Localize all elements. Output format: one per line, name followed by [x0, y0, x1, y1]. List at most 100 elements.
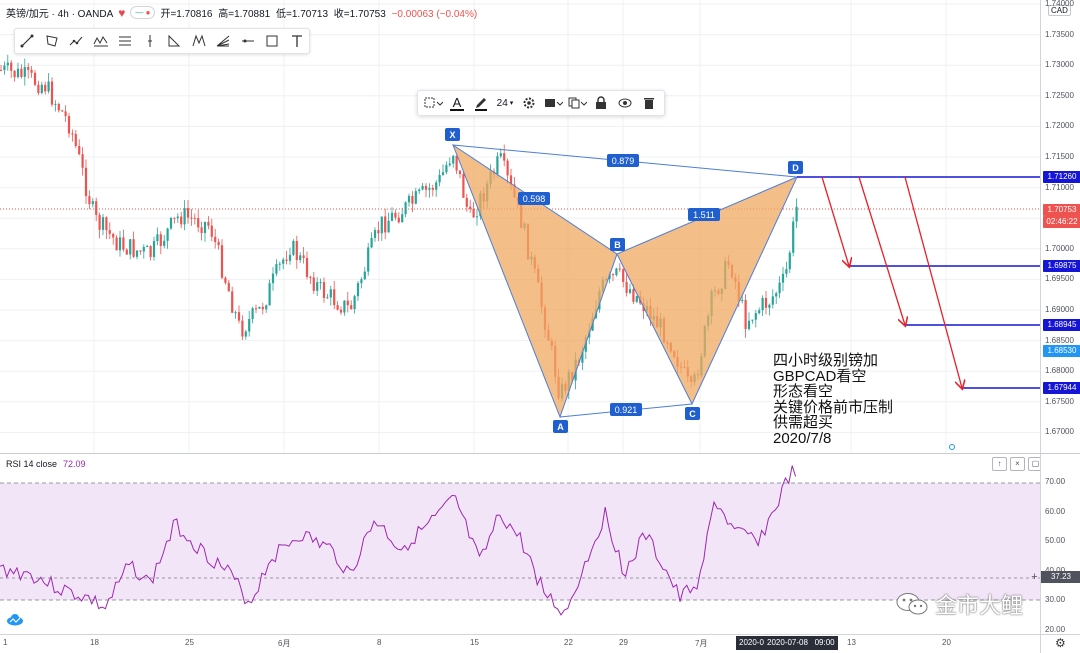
price-tick: 1.67500 — [1045, 396, 1074, 406]
rsi-pane-buttons: ↑ × ▢ — [992, 457, 1043, 471]
select-style-icon[interactable] — [422, 92, 444, 114]
point-c: C — [689, 409, 696, 419]
price-tick: 1.68500 — [1045, 335, 1074, 345]
trash-icon[interactable] — [638, 92, 660, 114]
rsi-pane[interactable] — [0, 454, 1040, 634]
analysis-annotation[interactable]: 四小时级别镑加 GBPCAD看空 形态看空 关键价格前市压制 供需超买 2020… — [773, 353, 893, 446]
chart-settings-corner[interactable]: ⚙ — [1040, 634, 1080, 653]
box-icon[interactable] — [260, 29, 285, 53]
horizontal-ray-icon[interactable] — [236, 29, 261, 53]
font-size-dropdown[interactable]: 24 ▾ — [494, 92, 516, 114]
ohlc-values: 开=1.70816 高=1.70881 低=1.70713 收=1.70753 … — [160, 5, 480, 20]
triangle-pattern-icon[interactable] — [162, 29, 187, 53]
fib-fan-icon[interactable] — [211, 29, 236, 53]
rsi-title: RSI 14 close — [6, 459, 58, 469]
price-tick: 1.67000 — [1045, 427, 1074, 437]
price-tick: 1.71500 — [1045, 152, 1074, 161]
close-pane-button[interactable]: × — [1010, 457, 1025, 471]
annotation-line-5: 供需超买 — [773, 414, 834, 431]
rsi-tick: 60.00 — [1045, 506, 1066, 516]
ohlc-low: 低=1.70713 — [276, 9, 329, 20]
time-label: 20 — [942, 638, 951, 647]
annotation-line-4: 关键价格前市压制 — [773, 398, 894, 416]
rsi-tick: 30.00 — [1045, 595, 1066, 604]
favorite-heart-icon[interactable]: ♥ — [118, 6, 125, 20]
time-label: 1 — [3, 638, 8, 647]
rsi-tick: 50.00 — [1045, 536, 1066, 545]
xabcd-pattern-icon[interactable] — [89, 29, 114, 53]
time-label: 22 — [564, 638, 573, 647]
last-price-label: 1.70753 — [1043, 204, 1080, 216]
drawing-tools-toolbar — [14, 28, 310, 54]
d-level-label: 1.71260 — [1043, 171, 1080, 183]
time-label: 6月 — [278, 639, 291, 648]
time-label: 7月 — [695, 639, 708, 648]
rsi-band — [0, 483, 1040, 600]
price-tick: 1.69000 — [1045, 305, 1074, 314]
visibility-icon[interactable] — [614, 92, 636, 114]
price-tick: 1.74000 — [1045, 0, 1074, 8]
point-d: D — [792, 163, 799, 173]
bar-countdown-label: 02:46:22 — [1043, 216, 1080, 228]
watermark: 金市大鲤 — [895, 588, 1023, 620]
price-tick: 1.69500 — [1045, 274, 1074, 284]
rsi-value: 72.09 — [63, 459, 86, 469]
point-a: A — [557, 422, 564, 432]
parallel-channel-icon[interactable] — [113, 29, 138, 53]
vertical-line-icon[interactable] — [138, 29, 163, 53]
ratio-xb: 0.598 — [523, 194, 546, 204]
time-label: 18 — [90, 638, 99, 647]
annotation-line-1: 四小时级别镑加 — [773, 352, 879, 369]
trend-line-icon[interactable] — [15, 29, 40, 53]
rectangle-icon[interactable] — [40, 29, 65, 53]
date-start-label: 2020-0 — [736, 636, 766, 650]
move-pane-up-button[interactable]: ↑ — [992, 457, 1007, 471]
annotation-line-3: 形态看空 — [773, 383, 834, 400]
target-2-label: 1.68945 — [1043, 319, 1080, 331]
add-level-icon[interactable]: + — [1029, 571, 1040, 583]
time-axis[interactable]: 1 18 25 6月 8 15 22 29 7月 13 20 2020-0 20… — [0, 634, 1040, 653]
pencil-icon[interactable] — [470, 92, 492, 114]
ohlc-open: 开=1.70816 — [160, 9, 213, 20]
watermark-text: 金市大鲤 — [935, 593, 1024, 618]
arrow-target-1 — [821, 176, 849, 266]
market-status-pill[interactable]: — ● — [130, 6, 156, 19]
price-axis[interactable]: CAD 1.74000 1.73500 1.73000 1.72500 1.72000 1… — [1040, 0, 1080, 453]
price-tick: 1.70000 — [1045, 243, 1074, 253]
ohlc-change: −0.00063 (−0.04%) — [391, 9, 478, 20]
settings-gear-icon[interactable]: ⚙ — [1055, 636, 1066, 650]
annotation-line-6: 2020/7/8 — [773, 429, 832, 447]
time-label: 25 — [185, 638, 194, 647]
pattern-xab-triangle[interactable] — [451, 143, 618, 419]
rsi-tick: 20.00 — [1045, 624, 1066, 634]
rsi-axis[interactable]: 70.00 60.00 50.00 40.00 30.00 20.00 37.23 + — [1031, 454, 1080, 634]
path-icon[interactable] — [64, 29, 89, 53]
symbol-info-bar: 英镑/加元 · 4h · OANDA ♥ — ● 开=1.70816 高=1.7… — [6, 5, 480, 21]
wechat-icon — [896, 593, 928, 615]
price-tick: 1.73000 — [1045, 60, 1074, 70]
point-b: B — [614, 240, 621, 250]
time-label: 15 — [470, 638, 479, 647]
arrow-target-2 — [858, 176, 905, 325]
time-label: 29 — [619, 638, 628, 647]
drawing-format-toolbar: A 24 ▾ — [417, 90, 665, 116]
settings-icon[interactable] — [518, 92, 540, 114]
ohlc-high: 高=1.70881 — [218, 9, 271, 20]
point-x: X — [449, 130, 455, 140]
annotation-line-2: GBPCAD看空 — [773, 367, 867, 385]
abcd-pattern-icon[interactable] — [187, 29, 212, 53]
xabcd-pattern[interactable] — [451, 143, 799, 419]
fill-icon[interactable] — [542, 92, 564, 114]
scroll-marker[interactable] — [949, 444, 955, 450]
symbol-title[interactable]: 英镑/加元 · 4h · OANDA — [6, 5, 113, 20]
clone-icon[interactable] — [566, 92, 588, 114]
text-tool-icon[interactable] — [285, 29, 310, 53]
text-color-icon[interactable]: A — [446, 92, 468, 114]
cloud-logo-icon[interactable] — [6, 612, 24, 626]
lock-icon[interactable] — [590, 92, 612, 114]
rsi-legend[interactable]: RSI 14 close 72.09 — [6, 459, 86, 469]
current-line-label: 1.68530 — [1043, 345, 1080, 357]
target-3-label: 1.67944 — [1043, 382, 1080, 394]
rsi-crosshair-label: 37.23 — [1041, 571, 1080, 583]
ohlc-close: 收=1.70753 — [333, 9, 386, 20]
